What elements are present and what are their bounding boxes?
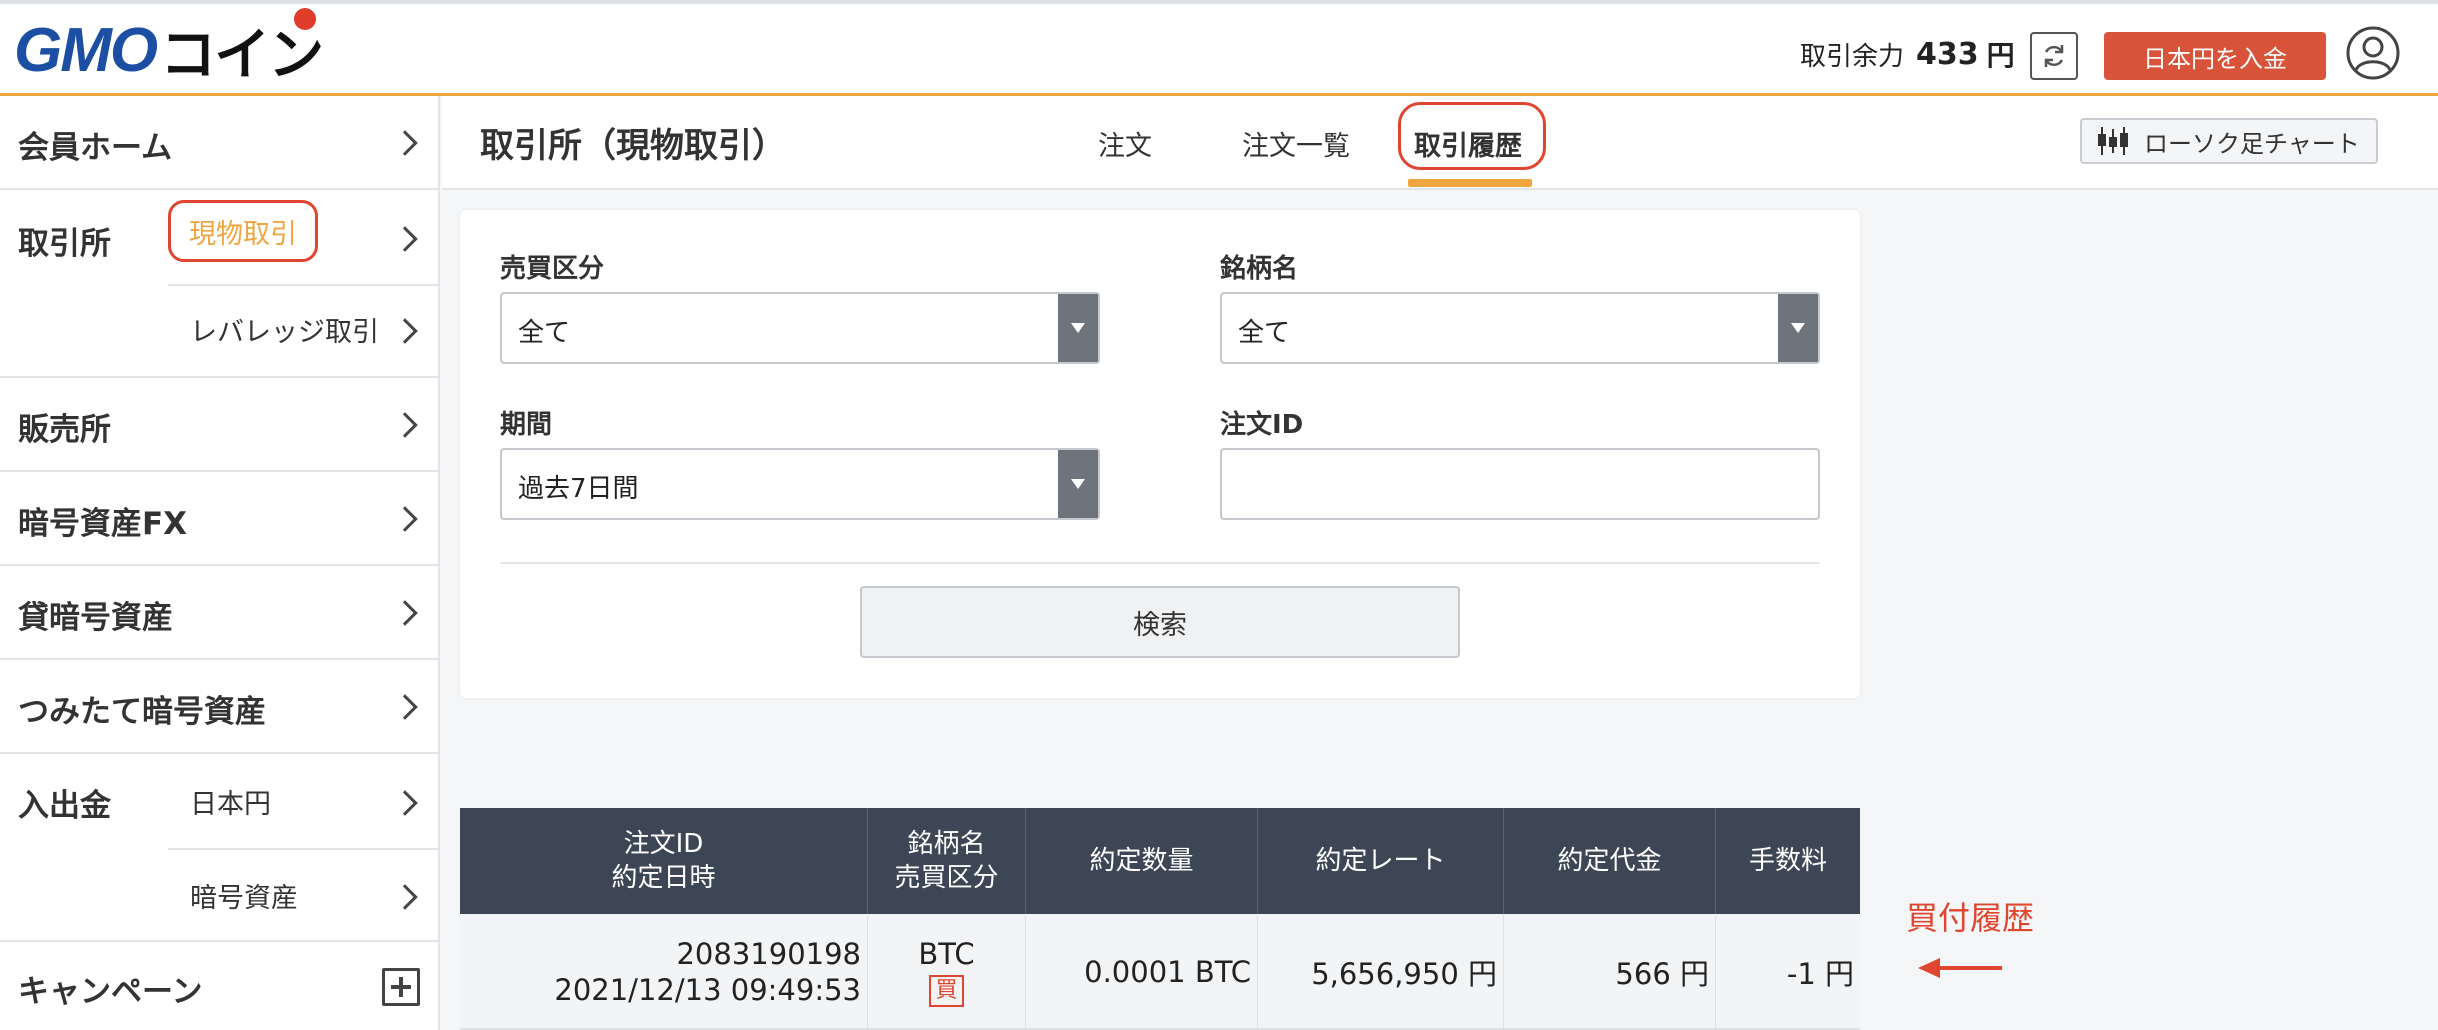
sidebar-item-crypto[interactable]: 暗号資産	[190, 876, 298, 915]
symbol-filter-label: 銘柄名	[1220, 254, 1299, 284]
deposit-jpy-button[interactable]: 日本円を入金	[2104, 32, 2326, 80]
sidebar-group-deposit-withdraw: 入出金 日本円 暗号資産	[0, 754, 440, 942]
chevron-down-icon	[1058, 450, 1098, 518]
refresh-balance-button[interactable]	[2030, 32, 2078, 80]
symbol-filter-select[interactable]: 全て	[1220, 292, 1820, 364]
header-symbol: 銘柄名	[907, 829, 986, 859]
tab-order[interactable]: 注文	[1098, 124, 1152, 163]
sidebar-item-label: 販売所	[18, 412, 111, 448]
sidebar-item-label: 暗号資産FX	[18, 506, 188, 542]
sidebar-item-leverage-trading[interactable]: レバレッジ取引	[190, 310, 379, 349]
order-id-label: 注文ID	[1220, 410, 1304, 440]
gmo-coin-logo[interactable]: GMO コイン	[14, 7, 324, 88]
select-value: 過去7日間	[518, 474, 639, 504]
period-filter-select[interactable]: 過去7日間	[500, 448, 1100, 520]
chevron-right-icon	[392, 694, 418, 720]
tab-order-list[interactable]: 注文一覧	[1242, 124, 1350, 163]
logo-product-text: コイン	[160, 7, 324, 91]
chevron-right-icon	[392, 412, 418, 438]
side-filter-label: 売買区分	[500, 254, 605, 284]
sidebar-item-label: 会員ホーム	[18, 130, 173, 166]
chevron-down-icon	[1058, 294, 1098, 362]
logo-dot	[294, 7, 317, 30]
column-header-order-id: 注文ID 約定日時	[460, 808, 868, 914]
sidebar-item-spot-trading[interactable]: 現物取引	[168, 200, 318, 262]
sidebar-item-lending[interactable]: 貸暗号資産	[0, 566, 440, 660]
table-row: 2083190198 2021/12/13 09:49:53 BTC 買 0.0…	[460, 914, 1860, 1030]
sidebar-item-sales[interactable]: 販売所	[0, 378, 440, 472]
divider	[168, 848, 440, 850]
page: GMO コイン 取引余力 433 円 日本円を入金 会員ホーム 取引所 現物取引…	[0, 0, 2438, 1030]
sidebar-item-label: 入出金	[18, 788, 111, 824]
chevron-right-icon	[392, 600, 418, 626]
sidebar-item-jpy[interactable]: 日本円	[190, 782, 271, 821]
sidebar-item-label: つみたて暗号資産	[18, 694, 266, 730]
expand-plus-icon[interactable]	[382, 968, 420, 1006]
balance-unit: 円	[1986, 39, 2015, 72]
sidebar-item-crypto-fx[interactable]: 暗号資産FX	[0, 472, 440, 566]
cell-amount: 566 円	[1504, 914, 1716, 1030]
annotation-label: 買付履歴	[1906, 899, 2035, 937]
divider	[500, 562, 1820, 564]
chevron-right-icon	[392, 226, 418, 252]
column-header-fee: 手数料	[1748, 846, 1827, 876]
top-header: GMO コイン 取引余力 433 円 日本円を入金	[0, 0, 2438, 96]
column-header-quantity: 約定数量	[1026, 808, 1258, 914]
balance-value: 433	[1916, 36, 1979, 72]
column-header-amount: 約定代金	[1504, 808, 1716, 914]
sidebar-group-exchange: 取引所 現物取引 レバレッジ取引	[0, 190, 440, 378]
cell-symbol: BTC 買	[868, 914, 1026, 1030]
chevron-right-icon	[392, 506, 418, 532]
header-exec-date: 約定日時	[611, 863, 716, 893]
select-value: 全て	[518, 318, 571, 348]
arrow-left-icon	[1918, 958, 2002, 978]
buy-side-badge: 買	[929, 975, 964, 1007]
sidebar-item-label: 現物取引	[189, 218, 297, 250]
cell-rate: 5,656,950 円	[1258, 914, 1504, 1030]
search-button[interactable]: 検索	[860, 586, 1460, 658]
user-account-icon[interactable]	[2346, 26, 2400, 80]
tab-trade-history[interactable]: 取引履歴	[1414, 124, 1522, 163]
chevron-right-icon	[392, 790, 418, 816]
header-side: 売買区分	[894, 863, 999, 893]
sidebar-item-label: 貸暗号資産	[18, 600, 173, 636]
chevron-right-icon	[392, 884, 418, 910]
symbol-value: BTC	[918, 937, 975, 971]
select-value: 全て	[1238, 318, 1291, 348]
balance-label: 取引余力	[1800, 41, 1905, 72]
cell-fee: -1 円	[1786, 957, 1854, 991]
header-order-id: 注文ID	[623, 829, 704, 859]
active-tab-underline	[1408, 179, 1532, 187]
cell-quantity: 0.0001 BTC	[1026, 914, 1258, 1030]
column-header-symbol: 銘柄名 売買区分	[868, 808, 1026, 914]
chevron-down-icon	[1778, 294, 1818, 362]
sidebar-item-tsumitate[interactable]: つみたて暗号資産	[0, 660, 440, 754]
period-filter-label: 期間	[500, 410, 553, 440]
order-id-value: 2083190198	[676, 937, 861, 971]
sidebar-nav: 会員ホーム 取引所 現物取引 レバレッジ取引 販売所 暗号資産FX 貸暗号資産 …	[0, 96, 440, 1030]
chevron-right-icon	[392, 130, 418, 156]
sidebar-item-campaign[interactable]: キャンペーン	[0, 942, 440, 1030]
sidebar-item-label: キャンペーン	[18, 974, 203, 1010]
candlestick-chart-button[interactable]: ローソク足チャート	[2080, 118, 2378, 164]
page-subheader: 取引所（現物取引） 注文 注文一覧 取引履歴 ローソク足チャート	[442, 96, 2438, 190]
logo-brand-text: GMO	[14, 15, 158, 85]
filter-panel: 売買区分 全て 銘柄名 全て 期間 過去7日間 注文ID 検索	[460, 210, 1860, 698]
refresh-icon	[2044, 45, 2064, 67]
chevron-right-icon	[392, 318, 418, 344]
chart-button-label: ローソク足チャート	[2144, 129, 2360, 158]
available-balance: 取引余力 433 円	[1800, 34, 2015, 74]
divider	[168, 284, 440, 286]
cell-order-id: 2083190198 2021/12/13 09:49:53	[460, 914, 868, 1030]
page-title: 取引所（現物取引）	[480, 126, 786, 166]
candlestick-icon	[2098, 127, 2128, 155]
exec-date-value: 2021/12/13 09:49:53	[554, 973, 861, 1007]
column-header-rate: 約定レート	[1258, 808, 1504, 914]
side-filter-select[interactable]: 全て	[500, 292, 1100, 364]
sidebar-item-label: 取引所	[18, 226, 111, 262]
order-id-input[interactable]	[1220, 448, 1820, 520]
sidebar-item-member-home[interactable]: 会員ホーム	[0, 96, 440, 190]
table-header: 注文ID 約定日時 銘柄名 売買区分 約定数量 約定レート 約定代金 手数料	[460, 808, 1860, 914]
